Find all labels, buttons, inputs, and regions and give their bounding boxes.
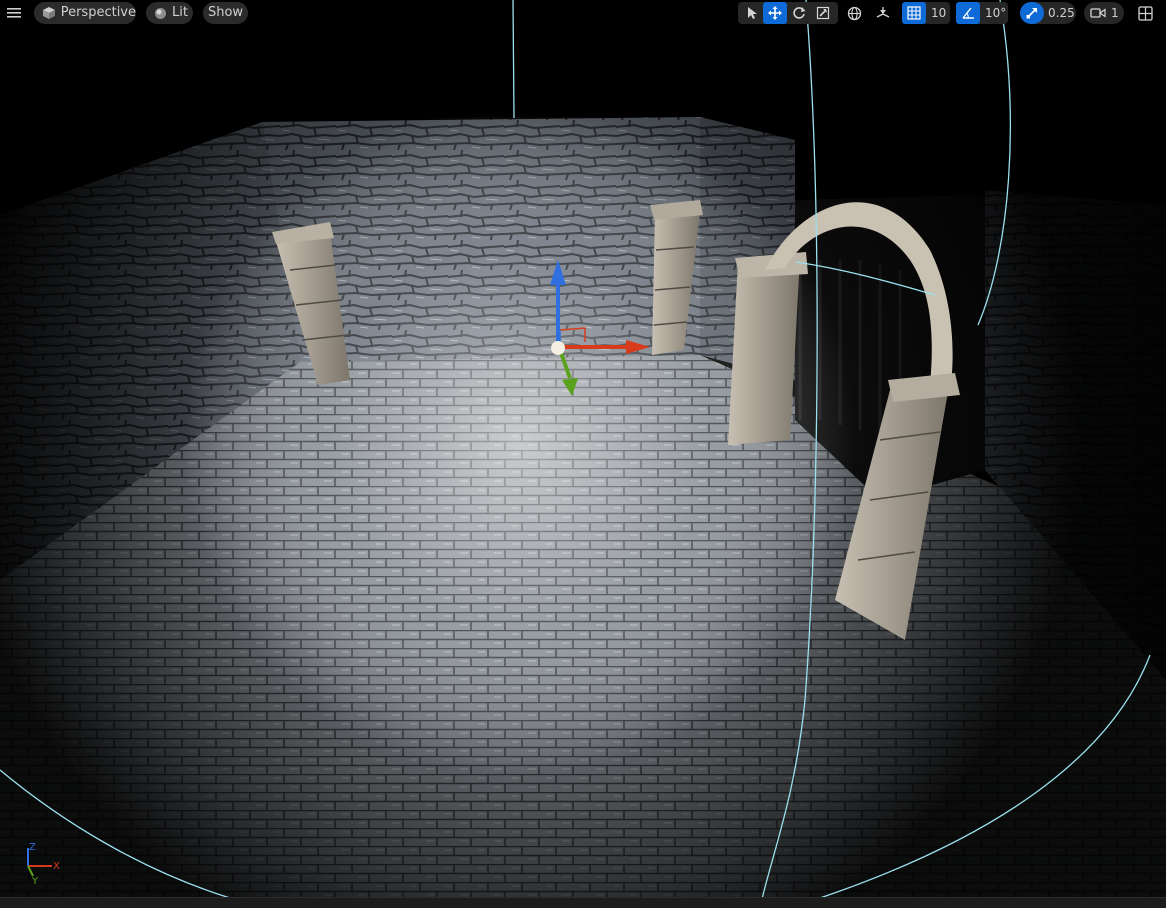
scale-icon: [816, 6, 830, 20]
axis-z-label: Z: [29, 842, 36, 853]
axis-x-label: X: [53, 861, 60, 872]
rotation-snap-group: 10°: [956, 2, 1008, 24]
cube-icon: [43, 7, 55, 19]
grid-snap-value[interactable]: 10: [931, 2, 946, 24]
rotate-icon: [793, 7, 806, 19]
scale-snap-value[interactable]: 0.25: [1048, 2, 1075, 24]
view-mode-label: Perspective: [60, 5, 136, 20]
hamburger-menu-icon: [7, 8, 21, 18]
viewport-layout-button[interactable]: [1134, 2, 1156, 24]
rotate-tool-button[interactable]: [787, 2, 811, 24]
view-mode-button[interactable]: Perspective: [34, 2, 136, 24]
rotation-snap-value[interactable]: 10°: [985, 2, 1006, 24]
show-label: Show: [207, 5, 244, 20]
axis-y-label: Y: [31, 876, 39, 887]
transform-tools-group: [738, 2, 838, 24]
rotation-snap-toggle[interactable]: [956, 2, 980, 24]
scene-render[interactable]: [0, 0, 1166, 908]
grid-snap-group: 10: [902, 2, 950, 24]
show-button[interactable]: Show: [203, 2, 248, 24]
layout-grid-icon: [1137, 5, 1153, 21]
viewport-menu-button[interactable]: [3, 2, 25, 24]
camera-speed-value: 1: [1111, 6, 1119, 20]
move-arrows-icon: [768, 6, 782, 20]
grid-icon: [907, 6, 921, 20]
viewport-bottom-bar: [0, 897, 1166, 908]
scale-snap-group: 0.25: [1020, 2, 1076, 24]
lighting-mode-label: Lit: [172, 5, 188, 20]
grid-snap-toggle[interactable]: [902, 2, 926, 24]
cursor-arrow-icon: [748, 7, 757, 19]
surface-snap-icon: [876, 7, 890, 18]
scale-snap-icon: [1026, 8, 1037, 19]
video-camera-icon: [1090, 8, 1106, 18]
select-tool-button[interactable]: [740, 2, 764, 24]
camera-speed-group[interactable]: 1: [1084, 2, 1124, 24]
coordinate-system-button[interactable]: [843, 2, 865, 24]
scale-tool-button[interactable]: [811, 2, 835, 24]
axis-indicator: Z X Y: [27, 842, 60, 887]
scale-snap-toggle[interactable]: [1020, 2, 1044, 24]
globe-icon: [847, 6, 861, 20]
angle-icon: [962, 7, 974, 19]
surface-snapping-button[interactable]: [872, 2, 894, 24]
lighting-mode-button[interactable]: Lit: [146, 2, 193, 24]
translate-tool-button[interactable]: [763, 2, 787, 24]
lit-sphere-icon: [155, 7, 166, 19]
level-viewport[interactable]: Perspective Lit Show 10 10° 0.25 1 Z X Y: [0, 0, 1166, 908]
